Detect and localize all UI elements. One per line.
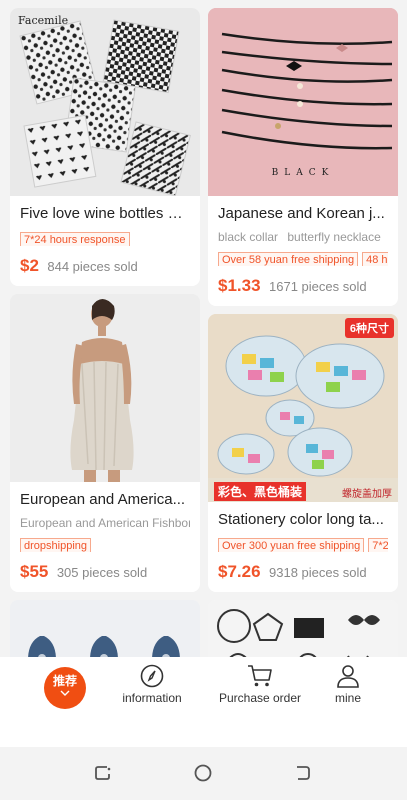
shipping-tag: Over 300 yuan free shipping [218, 538, 365, 552]
product-title[interactable]: European and America... [20, 490, 190, 510]
shipping-tag: Over 58 yuan free shipping [218, 252, 359, 266]
clear-stamps-illustration [208, 600, 398, 657]
product-image[interactable]: Facemile [10, 8, 200, 196]
service-tag: 7*24 hours response [20, 232, 130, 246]
image-caption: BLACK [271, 168, 335, 178]
tab-mine[interactable]: mine [318, 663, 378, 705]
tab-information-label: information [122, 691, 182, 705]
product-image[interactable] [208, 600, 398, 657]
tab-purchase-order[interactable]: Purchase order [210, 663, 310, 705]
keyword-tag: butterfly necklace [287, 230, 381, 244]
back-icon[interactable] [293, 763, 313, 783]
product-tags: Over 58 yuan free shipping48 hours [218, 250, 388, 266]
tab-recommend-label: 推荐 [52, 674, 77, 688]
binder-clips-illustration [208, 314, 398, 502]
feed-column-right: BLACK Japanese and Korean j... black col… [208, 0, 398, 657]
price-line: $1.33 1671 pieces sold [218, 276, 388, 296]
recent-apps-icon[interactable] [93, 763, 113, 783]
product-title[interactable]: Japanese and Korean j... [218, 204, 388, 224]
product-image[interactable] [10, 600, 200, 657]
price-line: $7.26 9318 pieces sold [218, 562, 388, 582]
product-image[interactable]: 6种尺寸 彩色、黑色桶装 螺旋盖加厚 [208, 314, 398, 502]
chevron-down-icon [60, 690, 70, 696]
home-icon[interactable] [193, 763, 213, 783]
tab-information[interactable]: information [112, 663, 192, 705]
stencil-sheets-illustration [19, 19, 191, 196]
product-subtitle: black collar butterfly necklace [218, 230, 388, 244]
tab-recommend[interactable]: 推荐 [44, 667, 86, 709]
compass-icon [140, 664, 164, 688]
image-banner-side: 螺旋盖加厚 [342, 489, 392, 500]
product-image[interactable]: BLACK [208, 8, 398, 196]
sold-count: 1671 pieces sold [269, 279, 367, 294]
tab-purchase-order-label: Purchase order [218, 691, 302, 705]
feed-column-left: Facemile Five love wine bottles C... 7*2… [10, 0, 200, 657]
size-badge: 6种尺寸 [344, 318, 394, 338]
product-feed[interactable]: Facemile Five love wine bottles C... 7*2… [0, 0, 407, 657]
user-icon [337, 665, 359, 688]
keyword-tag: European and American Fishbor [20, 516, 190, 530]
service-tag: 7*24 ho [368, 538, 388, 552]
product-card[interactable]: Facemile Five love wine bottles C... 7*2… [10, 8, 200, 286]
bottom-tab-bar: 推荐 information Purchase order mine [0, 657, 407, 747]
sold-count: 305 pieces sold [56, 565, 148, 580]
product-card[interactable] [10, 600, 200, 657]
vases-illustration [10, 600, 200, 657]
product-price: $2 [20, 256, 39, 275]
service-tag: dropshipping [20, 538, 91, 552]
product-price: $7.26 [218, 562, 261, 581]
product-title[interactable]: Stationery color long ta... [218, 510, 388, 530]
sold-count: 9318 pieces sold [269, 565, 367, 580]
product-card[interactable]: BLACK Japanese and Korean j... black col… [208, 8, 398, 306]
shopping-cart-icon [248, 665, 272, 687]
keyword-tag: black collar [218, 230, 279, 244]
product-price: $1.33 [218, 276, 261, 295]
dress-model-illustration [10, 294, 200, 482]
product-tags: 7*24 hours response [20, 230, 190, 246]
product-tags: dropshipping [20, 536, 190, 552]
price-line: $2 844 pieces sold [20, 256, 190, 276]
product-subtitle: European and American Fishbor [20, 516, 190, 530]
tab-mine-label: mine [334, 691, 361, 705]
product-price: $55 [20, 562, 49, 581]
product-tags: Over 300 yuan free shipping7*24 ho [218, 536, 388, 552]
product-card[interactable] [208, 600, 398, 657]
service-tag: 48 hours [362, 252, 388, 266]
sold-count: 844 pieces sold [47, 259, 138, 274]
image-banner-main: 彩色、黑色桶装 [214, 482, 307, 501]
product-card[interactable]: 6种尺寸 彩色、黑色桶装 螺旋盖加厚 Stationery color long… [208, 314, 398, 592]
product-card[interactable]: European and America... European and Ame… [10, 294, 200, 592]
system-navigation-bar [0, 747, 407, 800]
price-line: $55 305 pieces sold [20, 562, 190, 582]
product-title[interactable]: Five love wine bottles C... [20, 204, 190, 224]
product-image[interactable] [10, 294, 200, 482]
